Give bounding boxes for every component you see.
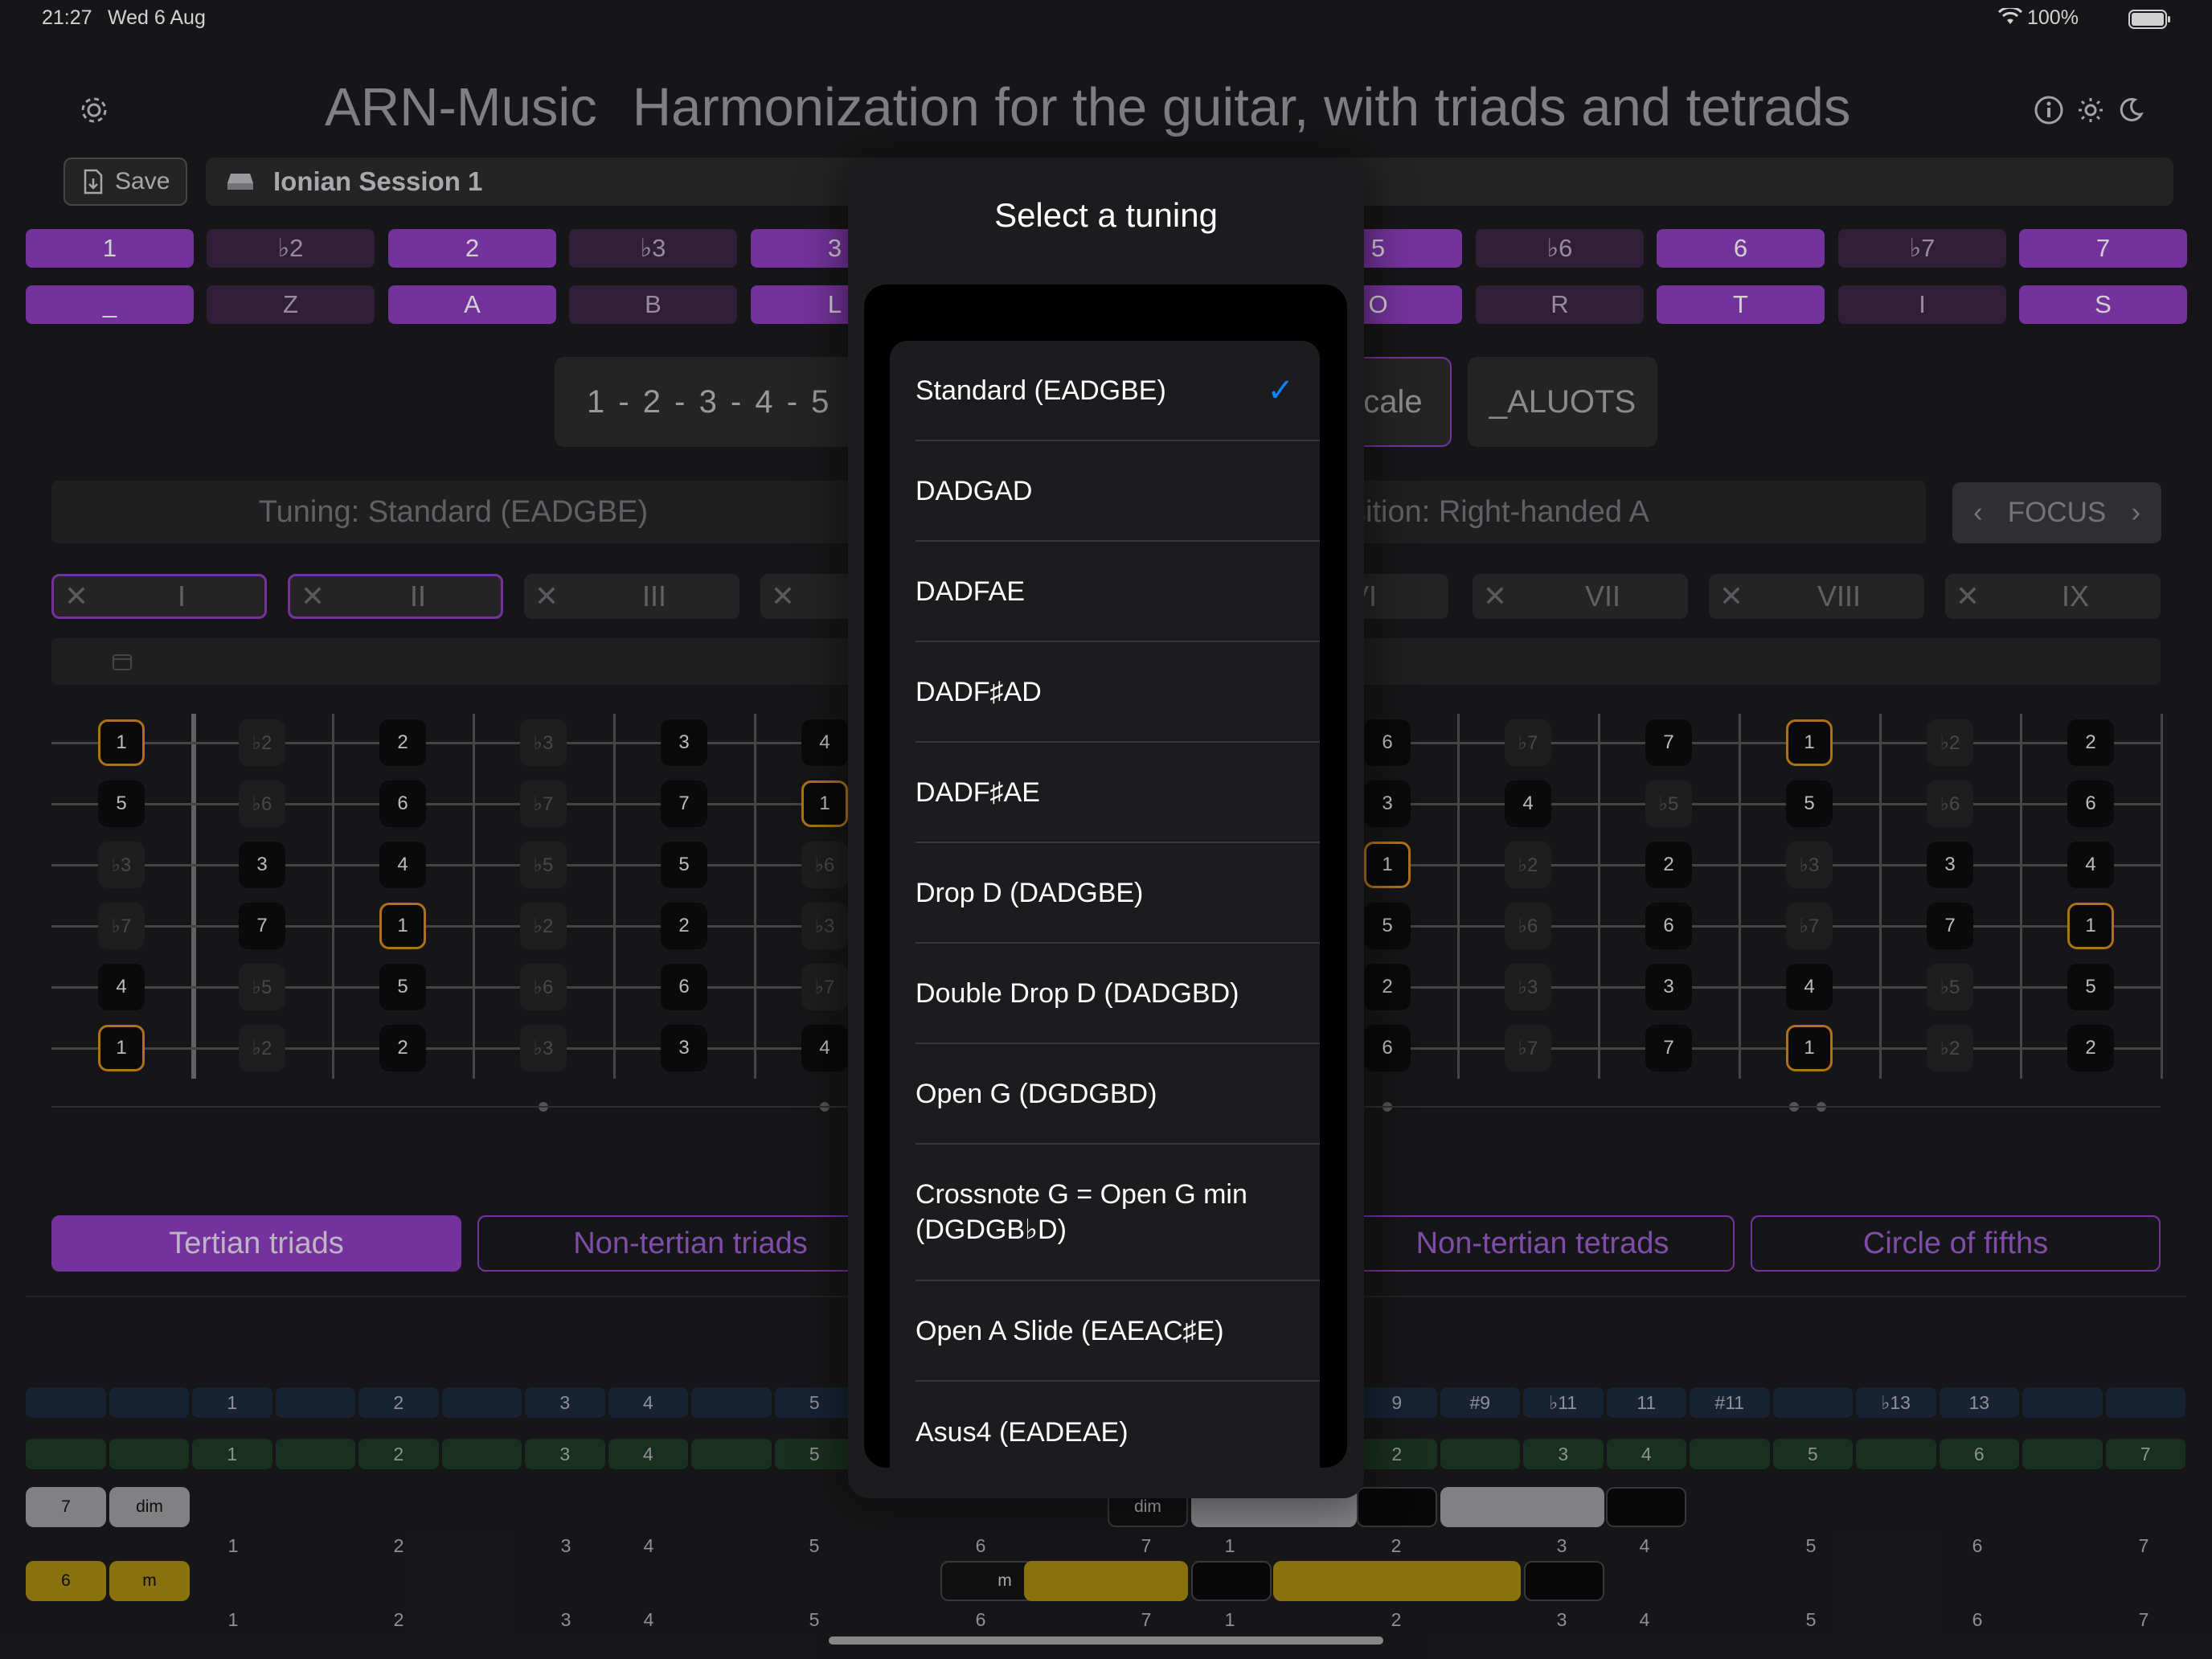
tuning-option-label: Open G (DGDGBD) [916, 1078, 1157, 1109]
tuning-option-label: Double Drop D (DADGBD) [916, 977, 1239, 1009]
tuning-option[interactable]: Open G (DGDGBD) [916, 1044, 1320, 1145]
tuning-option-label: Asus4 (EADEAE) [916, 1416, 1129, 1448]
tuning-picker-modal: Select a tuning Standard (EADGBE) ✓ DADGAD… [848, 161, 1364, 1498]
tuning-option[interactable]: Asus4 (EADEAE) [916, 1382, 1320, 1468]
tuning-option[interactable]: DADFAE [916, 542, 1320, 642]
tuning-option[interactable]: Drop D (DADGBE) [916, 843, 1320, 944]
tuning-option-label: Crossnote G = Open G min (DGDGB♭D) [916, 1179, 1247, 1245]
tuning-option[interactable]: DADF♯AE [916, 743, 1320, 843]
tuning-option[interactable]: DADGAD [916, 441, 1320, 542]
tuning-option-label: Standard (EADGBE) [916, 375, 1166, 406]
tuning-option[interactable]: Double Drop D (DADGBD) [916, 944, 1320, 1044]
tuning-option-label: DADFAE [916, 576, 1026, 607]
tuning-option[interactable]: Standard (EADGBE) ✓ [916, 341, 1320, 441]
app-root: 21:27 Wed 6 Aug 100% ARN-Music Harmonizat… [0, 0, 2212, 1659]
modal-title: Select a tuning [994, 196, 1218, 234]
tuning-option[interactable]: Crossnote G = Open G min (DGDGB♭D) [916, 1145, 1320, 1281]
tuning-option-label: DADF♯AE [916, 776, 1040, 808]
tuning-option-label: DADGAD [916, 475, 1033, 506]
tuning-list-container: Standard (EADGBE) ✓ DADGAD DADFAE DADF♯AD DAD… [864, 285, 1347, 1468]
tuning-option-label: Open A Slide (EAEAC♯E) [916, 1315, 1224, 1346]
tuning-option[interactable]: Open A Slide (EAEAC♯E) [916, 1281, 1320, 1382]
tuning-list: Standard (EADGBE) ✓ DADGAD DADFAE DADF♯AD DAD… [890, 341, 1320, 1468]
tuning-option-label: DADF♯AD [916, 676, 1042, 707]
tuning-option-label: Drop D (DADGBE) [916, 877, 1144, 908]
home-indicator[interactable] [829, 1636, 1383, 1645]
checkmark-icon: ✓ [1267, 372, 1294, 408]
tuning-option[interactable]: DADF♯AD [916, 642, 1320, 743]
